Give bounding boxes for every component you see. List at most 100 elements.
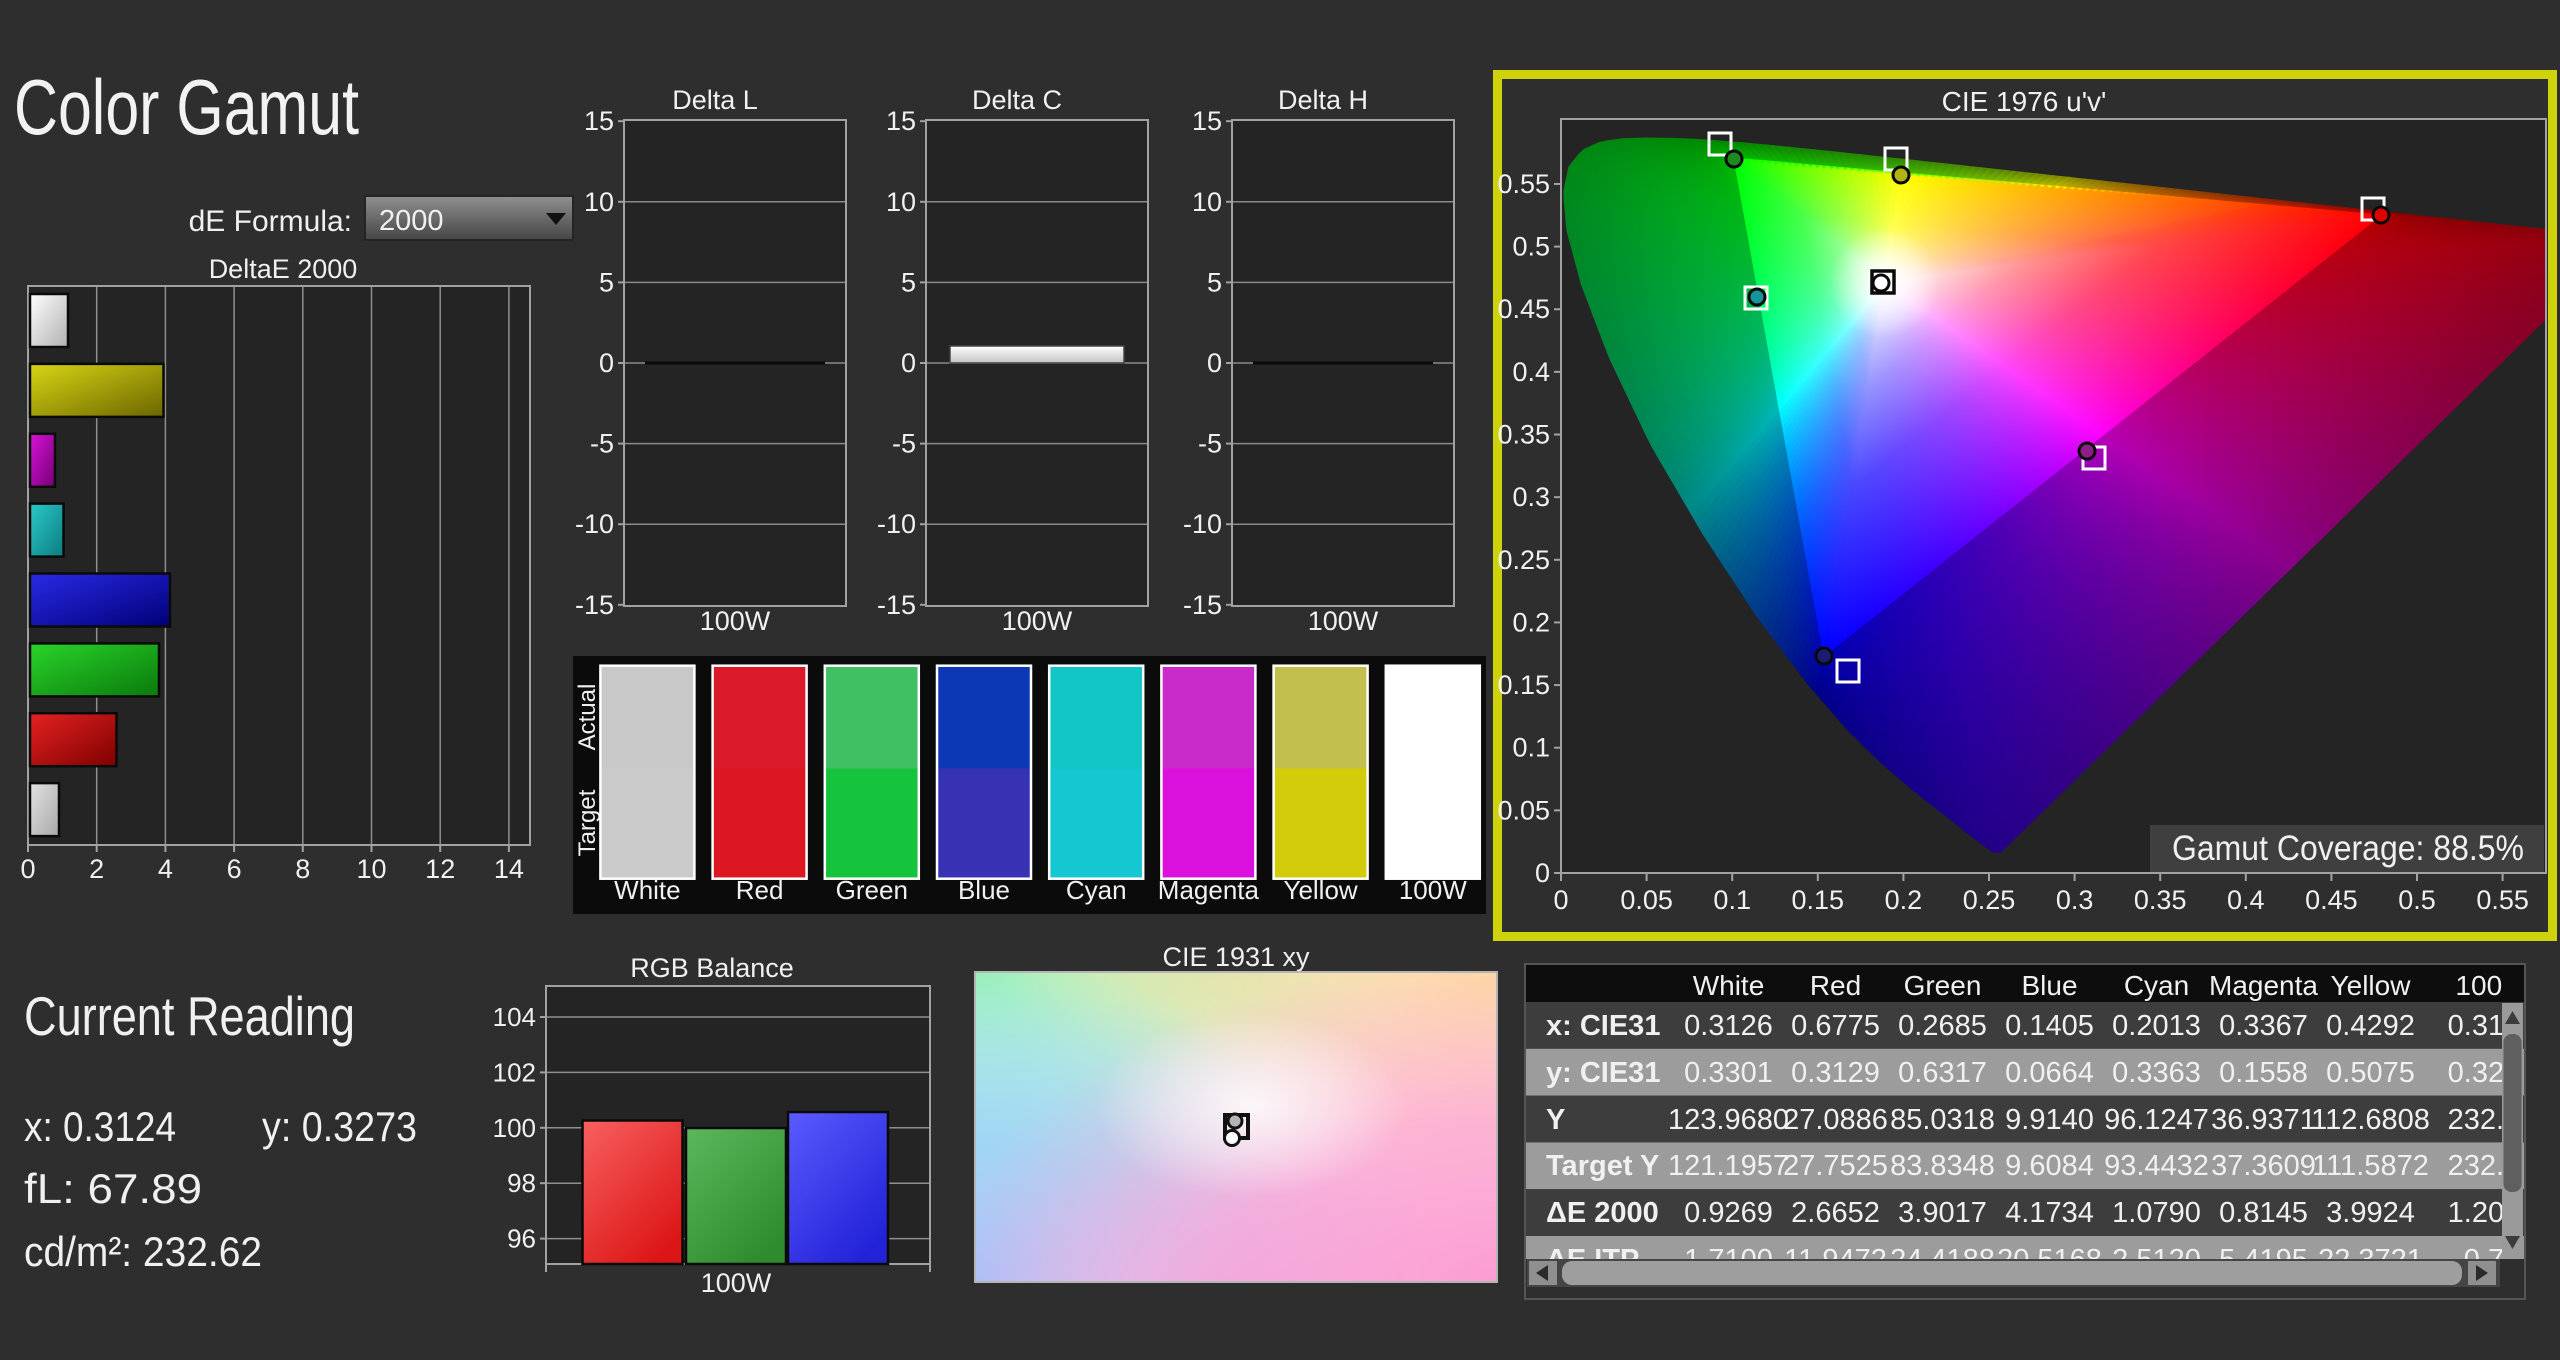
svg-text:Green: Green (836, 875, 908, 905)
svg-text:0: 0 (901, 348, 916, 378)
svg-text:0: 0 (1535, 858, 1550, 888)
svg-text:Gamut Coverage: 88.5%: Gamut Coverage: 88.5% (2172, 829, 2524, 868)
svg-text:-15: -15 (1183, 590, 1222, 620)
svg-text:0.4: 0.4 (1512, 357, 1550, 387)
svg-text:37.3609: 37.3609 (2211, 1150, 2316, 1182)
svg-text:RGB Balance: RGB Balance (630, 953, 794, 983)
svg-text:-5: -5 (892, 429, 916, 459)
svg-text:Blue: Blue (958, 875, 1010, 905)
svg-text:Target Y: Target Y (1546, 1150, 1659, 1182)
svg-text:0.5: 0.5 (2398, 885, 2436, 915)
svg-text:0.25: 0.25 (1963, 885, 2016, 915)
svg-text:100W: 100W (700, 606, 771, 636)
svg-text:White: White (614, 875, 680, 905)
svg-text:-15: -15 (877, 590, 916, 620)
svg-text:9.9140: 9.9140 (2005, 1104, 2094, 1136)
svg-text:6: 6 (227, 854, 242, 884)
svg-text:0.6317: 0.6317 (1898, 1057, 1987, 1089)
svg-text:Delta H: Delta H (1278, 85, 1368, 115)
svg-text:5: 5 (901, 267, 916, 297)
svg-text:111.5872: 111.5872 (2312, 1150, 2429, 1182)
svg-text:0.3: 0.3 (2056, 885, 2094, 915)
svg-text:100: 100 (493, 1113, 536, 1143)
svg-text:121.1957: 121.1957 (1668, 1150, 1789, 1182)
svg-text:100W: 100W (701, 1268, 772, 1298)
svg-text:0.1405: 0.1405 (2005, 1010, 2094, 1042)
svg-text:27.0886: 27.0886 (1783, 1104, 1888, 1136)
svg-text:4: 4 (158, 854, 173, 884)
svg-text:0.55: 0.55 (2476, 885, 2529, 915)
svg-text:2000: 2000 (379, 205, 444, 237)
svg-text:8: 8 (295, 854, 310, 884)
svg-text:2.6652: 2.6652 (1791, 1197, 1880, 1229)
svg-text:Magenta: Magenta (2209, 970, 2318, 1001)
svg-text:27.7525: 27.7525 (1783, 1150, 1888, 1182)
svg-text:0.3129: 0.3129 (1791, 1057, 1880, 1089)
svg-text:0.15: 0.15 (1792, 885, 1845, 915)
svg-text:0.05: 0.05 (1620, 885, 1673, 915)
svg-text:10: 10 (356, 854, 386, 884)
svg-text:-5: -5 (1198, 429, 1222, 459)
svg-text:0.3363: 0.3363 (2112, 1057, 2201, 1089)
svg-text:9.6084: 9.6084 (2005, 1150, 2094, 1182)
svg-text:fL: 67.89: fL: 67.89 (24, 1165, 202, 1212)
svg-text:0.2: 0.2 (1885, 885, 1923, 915)
svg-text:2: 2 (89, 854, 104, 884)
svg-text:-10: -10 (575, 509, 614, 539)
svg-text:DeltaE 2000: DeltaE 2000 (209, 254, 358, 284)
svg-text:Green: Green (1904, 970, 1982, 1001)
svg-text:y: CIE31: y: CIE31 (1546, 1057, 1660, 1089)
svg-text:Target: Target (574, 789, 601, 856)
svg-text:98: 98 (507, 1168, 536, 1198)
svg-text:0.1: 0.1 (1713, 885, 1751, 915)
svg-text:0.6775: 0.6775 (1791, 1010, 1880, 1042)
svg-text:12: 12 (425, 854, 455, 884)
svg-text:3.9017: 3.9017 (1898, 1197, 1987, 1229)
svg-text:104: 104 (493, 1002, 536, 1032)
svg-text:ΔE 2000: ΔE 2000 (1546, 1197, 1659, 1229)
svg-text:Cyan: Cyan (1066, 875, 1127, 905)
svg-text:Actual: Actual (574, 684, 601, 751)
svg-text:4.1734: 4.1734 (2005, 1197, 2094, 1229)
svg-text:Blue: Blue (2021, 970, 2077, 1001)
svg-text:0: 0 (1553, 885, 1568, 915)
svg-text:112.6808: 112.6808 (2311, 1104, 2430, 1136)
svg-text:0.5: 0.5 (1512, 232, 1550, 262)
svg-text:0.4: 0.4 (2227, 885, 2265, 915)
svg-text:-10: -10 (877, 509, 916, 539)
svg-text:0.2013: 0.2013 (2112, 1010, 2201, 1042)
svg-text:x: 0.3124: x: 0.3124 (24, 1103, 176, 1150)
svg-text:123.9680: 123.9680 (1668, 1104, 1789, 1136)
svg-text:cd/m²: 232.62: cd/m²: 232.62 (24, 1228, 262, 1275)
svg-text:0.9269: 0.9269 (1684, 1197, 1773, 1229)
svg-text:0.2685: 0.2685 (1898, 1010, 1987, 1042)
svg-text:102: 102 (493, 1057, 536, 1087)
svg-text:Red: Red (736, 875, 784, 905)
svg-text:y: 0.3273: y: 0.3273 (262, 1103, 417, 1150)
svg-text:0.25: 0.25 (1497, 545, 1550, 575)
svg-text:0.3301: 0.3301 (1684, 1057, 1773, 1089)
svg-text:0.1: 0.1 (1512, 733, 1550, 763)
svg-text:-5: -5 (590, 429, 614, 459)
svg-text:Delta C: Delta C (972, 85, 1062, 115)
svg-text:Current Reading: Current Reading (24, 985, 355, 1047)
svg-text:0.3367: 0.3367 (2219, 1010, 2308, 1042)
svg-text:100W: 100W (1308, 606, 1379, 636)
svg-text:Color Gamut: Color Gamut (14, 63, 359, 151)
svg-text:0.45: 0.45 (1497, 294, 1550, 324)
svg-text:0: 0 (20, 854, 35, 884)
svg-text:Red: Red (1810, 970, 1861, 1001)
svg-text:96.1247: 96.1247 (2104, 1104, 2209, 1136)
svg-text:Delta L: Delta L (672, 85, 758, 115)
svg-text:Yellow: Yellow (2331, 970, 2412, 1001)
svg-text:0: 0 (599, 348, 614, 378)
svg-text:0.5075: 0.5075 (2326, 1057, 2415, 1089)
svg-text:Cyan: Cyan (2124, 970, 2189, 1001)
svg-text:0.45: 0.45 (2305, 885, 2358, 915)
svg-text:3.9924: 3.9924 (2326, 1197, 2415, 1229)
svg-text:15: 15 (1192, 106, 1222, 136)
svg-text:x: CIE31: x: CIE31 (1546, 1010, 1660, 1042)
svg-text:15: 15 (584, 106, 614, 136)
svg-text:36.9371: 36.9371 (2211, 1104, 2316, 1136)
svg-text:83.8348: 83.8348 (1890, 1150, 1995, 1182)
